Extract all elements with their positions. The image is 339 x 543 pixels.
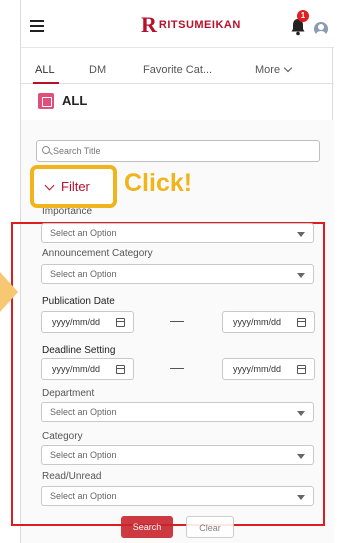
list-view-icon <box>38 93 54 109</box>
chevron-down-icon <box>44 180 55 191</box>
calendar-icon[interactable] <box>297 365 306 374</box>
clear-button[interactable]: Clear <box>186 516 234 538</box>
pointer-arrow <box>0 272 18 312</box>
department-select[interactable]: Select an Option <box>41 402 314 422</box>
dropdown-arrow-icon <box>297 411 305 416</box>
tab-more[interactable]: More <box>255 63 293 76</box>
calendar-icon[interactable] <box>116 318 125 327</box>
date-range-dash <box>170 321 184 322</box>
chevron-down-icon <box>283 63 293 73</box>
department-label: Department <box>42 388 95 399</box>
search-input[interactable] <box>53 144 313 158</box>
tab-bar: ALL DM Favorite Cat... More <box>21 56 334 84</box>
tab-dm[interactable]: DM <box>89 64 106 76</box>
click-annotation: Click! <box>124 169 193 197</box>
app-frame: R RITSUMEIKAN 1 ALL DM Favorite Cat... M… <box>11 0 334 543</box>
search-box <box>36 140 320 162</box>
category-select[interactable]: Select an Option <box>41 445 314 465</box>
search-icon <box>42 146 50 154</box>
tab-all[interactable]: ALL <box>35 64 55 76</box>
deadline-date-from[interactable]: yyyy/mm/dd <box>41 358 134 380</box>
deadline-date-to[interactable]: yyyy/mm/dd <box>222 358 315 380</box>
active-tab-indicator <box>33 82 59 84</box>
filter-toggle[interactable]: Filter <box>30 165 117 208</box>
dropdown-arrow-icon <box>297 454 305 459</box>
dropdown-arrow-icon <box>297 495 305 500</box>
menu-icon[interactable] <box>30 20 44 32</box>
category-label: Category <box>42 431 83 442</box>
read-unread-label: Read/Unread <box>42 471 102 482</box>
dropdown-arrow-icon <box>297 273 305 278</box>
calendar-icon[interactable] <box>297 318 306 327</box>
tab-favorite-categories[interactable]: Favorite Cat... <box>143 64 212 76</box>
calendar-icon[interactable] <box>116 365 125 374</box>
deadline-setting-label: Deadline Setting <box>42 345 116 356</box>
ritsumeikan-logo: R RITSUMEIKAN <box>141 12 241 37</box>
notification-badge: 1 <box>297 10 309 22</box>
importance-select[interactable]: Select an Option <box>41 223 314 243</box>
date-range-dash <box>170 368 184 369</box>
avatar[interactable] <box>314 22 328 36</box>
filter-label: Filter <box>61 179 90 194</box>
publication-date-from[interactable]: yyyy/mm/dd <box>41 311 134 333</box>
publication-date-to[interactable]: yyyy/mm/dd <box>222 311 315 333</box>
list-title: ALL <box>62 93 88 108</box>
read-unread-select[interactable]: Select an Option <box>41 486 314 506</box>
top-bar: R RITSUMEIKAN 1 <box>21 0 334 48</box>
search-button[interactable]: Search <box>121 516 173 538</box>
announcement-category-select[interactable]: Select an Option <box>41 264 314 284</box>
announcement-category-label: Announcement Category <box>42 248 153 259</box>
dropdown-arrow-icon <box>297 232 305 237</box>
publication-date-label: Publication Date <box>42 296 115 307</box>
